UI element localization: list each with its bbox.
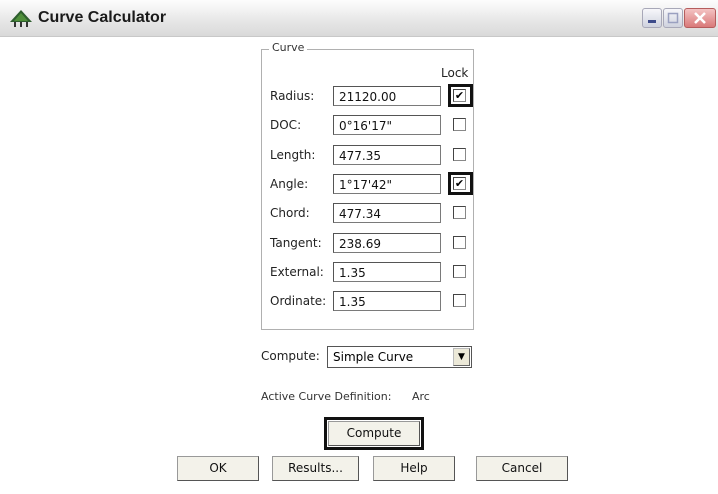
compute-label: Compute: <box>261 349 320 363</box>
lock-column-header: Lock <box>441 66 469 80</box>
lock-checkbox[interactable] <box>453 206 466 219</box>
curve-calculator-window: Curve Calculator Curve Lock Radius: 21120… <box>0 0 718 494</box>
row-value-field[interactable]: 1.35 <box>333 262 441 282</box>
row-value-field[interactable]: 0°16'17" <box>333 115 441 135</box>
compute-method-select[interactable]: Simple Curve ▼ <box>327 346 472 368</box>
close-button[interactable] <box>684 8 716 28</box>
help-button[interactable]: Help <box>373 456 455 481</box>
row-value-field[interactable]: 1°17'42" <box>333 174 441 194</box>
row-label: Chord: <box>270 206 310 220</box>
lock-checkbox[interactable] <box>453 236 466 249</box>
row-label: Ordinate: <box>270 294 327 308</box>
surveying-app-icon <box>10 10 32 27</box>
maximize-button[interactable] <box>663 8 683 28</box>
row-label: DOC: <box>270 118 302 132</box>
lock-checkbox[interactable]: ✔ <box>453 177 466 190</box>
compute-method-selected: Simple Curve <box>333 350 414 364</box>
lock-checkbox[interactable] <box>453 294 466 307</box>
window-title: Curve Calculator <box>38 9 167 26</box>
cancel-button[interactable]: Cancel <box>476 456 568 481</box>
compute-button[interactable]: Compute <box>328 421 420 446</box>
maximize-icon <box>667 12 679 24</box>
lock-checkbox[interactable]: ✔ <box>453 89 466 102</box>
active-curve-definition-label: Active Curve Definition: <box>261 390 392 403</box>
ok-button[interactable]: OK <box>177 456 259 481</box>
row-label: Tangent: <box>270 236 322 250</box>
curve-group-legend: Curve <box>269 41 308 54</box>
title-bar[interactable]: Curve Calculator <box>0 0 718 37</box>
row-value-field[interactable]: 477.34 <box>333 203 441 223</box>
row-value-field[interactable]: 477.35 <box>333 145 441 165</box>
row-label: Angle: <box>270 177 309 191</box>
active-curve-definition-value: Arc <box>412 390 430 403</box>
row-label: External: <box>270 265 324 279</box>
minimize-button[interactable] <box>642 8 662 28</box>
close-icon <box>694 12 706 24</box>
lock-checkbox[interactable] <box>453 265 466 278</box>
row-value-field[interactable]: 21120.00 <box>333 86 441 106</box>
row-value-field[interactable]: 1.35 <box>333 291 441 311</box>
results-button[interactable]: Results... <box>272 456 359 481</box>
lock-checkbox[interactable] <box>453 148 466 161</box>
lock-checkbox[interactable] <box>453 118 466 131</box>
chevron-down-icon[interactable]: ▼ <box>453 348 470 366</box>
row-label: Length: <box>270 148 316 162</box>
row-value-field[interactable]: 238.69 <box>333 233 441 253</box>
row-label: Radius: <box>270 89 315 103</box>
minimize-icon <box>648 20 656 23</box>
